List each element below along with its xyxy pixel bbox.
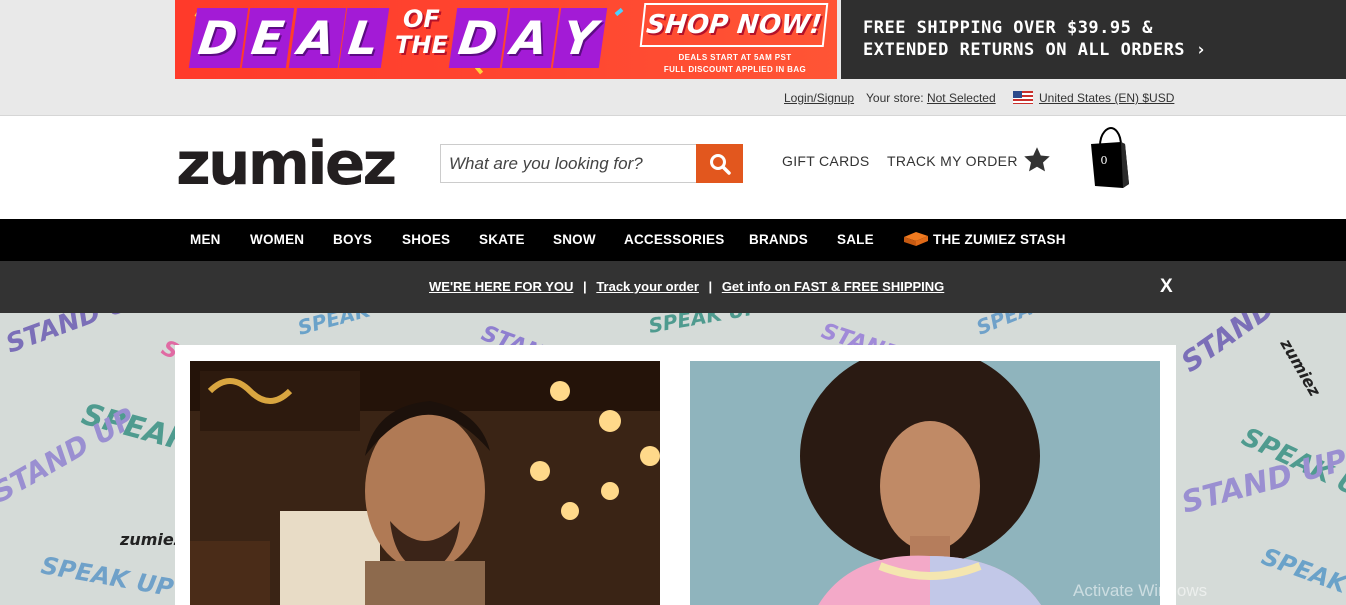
the-text: THE xyxy=(395,31,448,59)
os-activation-watermark: Activate Windows xyxy=(1073,581,1208,600)
store-selector: Your store: Not Selected xyxy=(866,91,996,105)
chevron-right-icon: › xyxy=(1195,40,1207,60)
deal-letter: D xyxy=(188,8,249,68)
login-signup-link[interactable]: Login/Signup xyxy=(784,91,854,105)
track-your-order-link[interactable]: Track your order xyxy=(596,279,699,294)
search-button[interactable] xyxy=(696,144,743,183)
shopping-bag-icon[interactable] xyxy=(1087,126,1133,192)
free-shipping-banner[interactable]: FREE SHIPPING OVER $39.95 & EXTENDED RET… xyxy=(841,0,1346,79)
free-shipping-info-link[interactable]: Get info on FAST & FREE SHIPPING xyxy=(722,279,944,294)
day-letter: A xyxy=(501,8,560,68)
svg-text:zumiez: zumiez xyxy=(119,530,184,549)
shipping-line-2-text: EXTENDED RETURNS ON ALL ORDERS xyxy=(863,40,1186,60)
region-currency-link[interactable]: United States (EN) $USD xyxy=(1039,91,1174,105)
wishlist-star-icon[interactable] xyxy=(1022,145,1052,175)
separator: | xyxy=(583,279,587,294)
deal-subtext-line: FULL DISCOUNT APPLIED IN BAG xyxy=(663,65,807,74)
man-portrait-image xyxy=(190,361,660,605)
nav-zumiez-stash[interactable]: THE ZUMIEZ STASH xyxy=(933,232,1066,247)
us-flag-icon xyxy=(1013,91,1033,104)
zumiez-logo[interactable]: zumiez xyxy=(176,134,397,194)
track-order-link[interactable]: TRACK MY ORDER xyxy=(887,153,1018,169)
nav-women[interactable]: WOMEN xyxy=(250,232,304,247)
here-for-you-link[interactable]: WE'RE HERE FOR YOU xyxy=(429,279,573,294)
search-input[interactable] xyxy=(441,145,697,182)
search-icon xyxy=(709,153,731,175)
announcement-links: WE'RE HERE FOR YOU | Track your order | … xyxy=(429,279,944,294)
deal-subtext: DEALS START AT 5AM PST FULL DISCOUNT APP… xyxy=(637,52,833,76)
search-bar xyxy=(440,144,743,183)
mens-feature-image[interactable] xyxy=(190,361,660,605)
deal-letter: L xyxy=(339,8,390,68)
announcement-bar: WE'RE HERE FOR YOU | Track your order | … xyxy=(0,261,1346,313)
deal-letter: E xyxy=(241,8,295,68)
shipping-line-2: EXTENDED RETURNS ON ALL ORDERS › xyxy=(863,39,1346,61)
of-the-text: OF THE xyxy=(395,6,448,58)
store-selector-link[interactable]: Not Selected xyxy=(927,91,996,105)
womens-feature-image[interactable] xyxy=(690,361,1160,605)
nav-accessories[interactable]: ACCESSORIES xyxy=(624,232,724,247)
nav-brands[interactable]: BRANDS xyxy=(749,232,808,247)
day-word: D A Y xyxy=(448,8,608,68)
hero-section: STAND UP SPEAK UP STAND UP SPEAK UP zumi… xyxy=(0,313,1346,605)
deal-of-the-day-banner[interactable]: D E A L OF THE D A Y SHOP NOW! DEALS STA… xyxy=(175,0,837,79)
nav-snow[interactable]: SNOW xyxy=(553,232,596,247)
store-label: Your store: xyxy=(866,91,924,105)
site-header: zumiez GIFT CARDS TRACK MY ORDER 0 xyxy=(0,116,1346,219)
nav-skate[interactable]: SKATE xyxy=(479,232,525,247)
nav-sale[interactable]: SALE xyxy=(837,232,874,247)
hero-panel xyxy=(175,345,1176,605)
shipping-line-1: FREE SHIPPING OVER $39.95 & xyxy=(863,18,1153,38)
day-letter: Y xyxy=(552,8,608,68)
day-letter: D xyxy=(448,8,509,68)
of-text: OF xyxy=(403,5,440,33)
gift-cards-link[interactable]: GIFT CARDS xyxy=(782,153,870,169)
woman-portrait-image xyxy=(690,361,1160,605)
deal-letter: A xyxy=(288,8,346,68)
promo-strip: D E A L OF THE D A Y SHOP NOW! DEALS STA… xyxy=(0,0,1346,79)
separator: | xyxy=(708,279,713,294)
stash-box-icon xyxy=(904,232,928,246)
utility-bar: Login/Signup Your store: Not Selected Un… xyxy=(0,79,1346,116)
cart-count: 0 xyxy=(1100,154,1108,167)
nav-men[interactable]: MEN xyxy=(190,232,221,247)
deal-subtext-line: DEALS START AT 5AM PST xyxy=(678,53,792,62)
deal-word: D E A L xyxy=(188,8,390,68)
shop-now-button[interactable]: SHOP NOW! xyxy=(639,3,829,47)
nav-boys[interactable]: BOYS xyxy=(333,232,372,247)
close-announcement-button[interactable]: X xyxy=(1160,276,1173,298)
main-nav: MEN WOMEN BOYS SHOES SKATE SNOW ACCESSOR… xyxy=(0,219,1346,261)
nav-shoes[interactable]: SHOES xyxy=(402,232,450,247)
